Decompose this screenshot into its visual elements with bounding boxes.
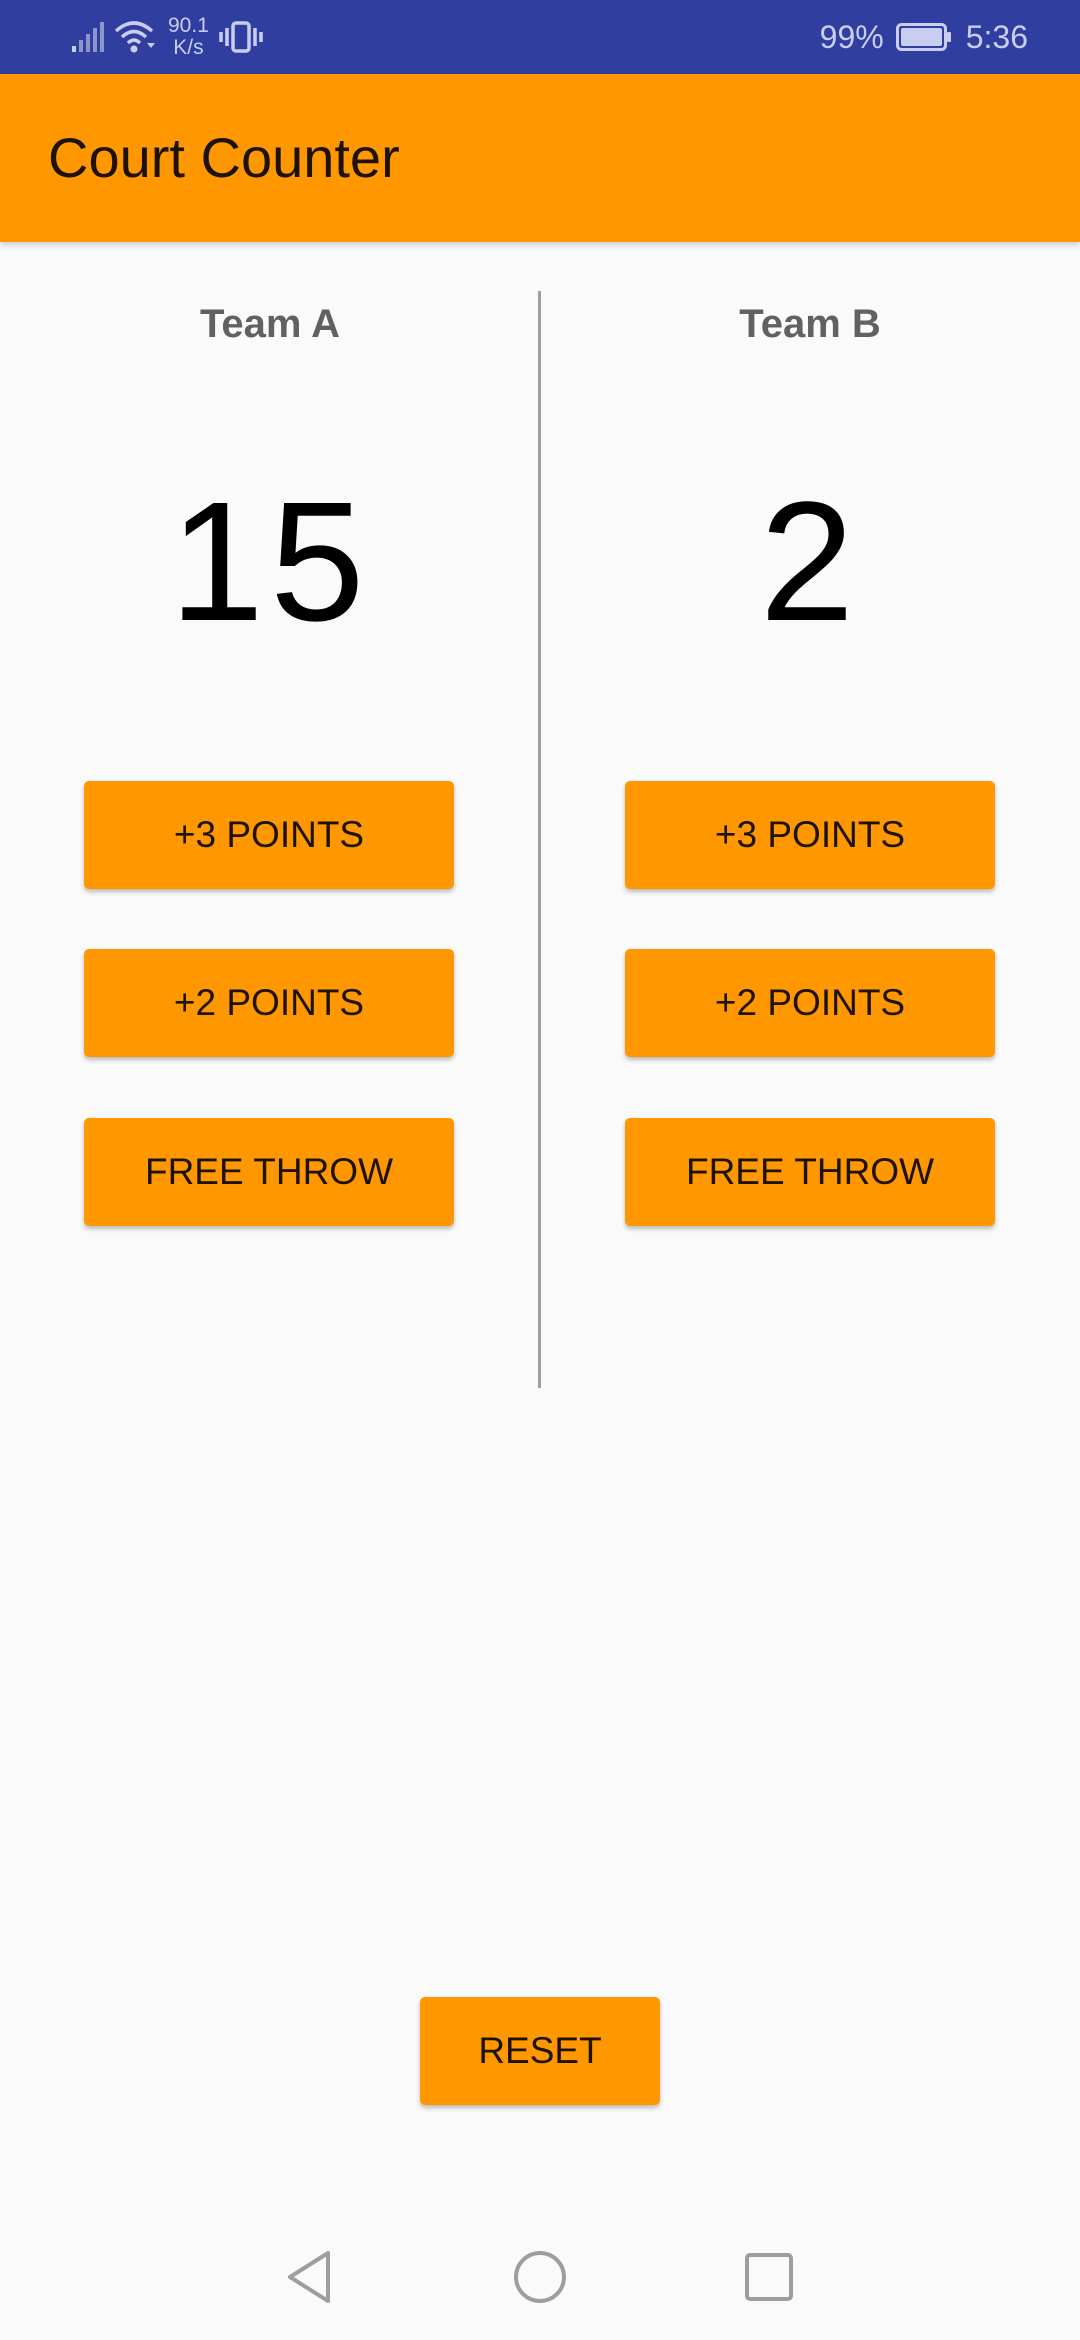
back-icon bbox=[288, 2251, 330, 2303]
net-speed-value: 90.1 bbox=[168, 14, 209, 37]
vibrate-icon bbox=[219, 21, 263, 53]
nav-home-button[interactable] bbox=[480, 2214, 600, 2340]
home-icon bbox=[514, 2251, 566, 2303]
nav-back-button[interactable] bbox=[249, 2214, 369, 2340]
team-b-score: 2 bbox=[759, 467, 861, 657]
net-speed: 90.1 K/s bbox=[168, 15, 209, 59]
battery-percent: 99% bbox=[819, 18, 884, 55]
recents-icon bbox=[745, 2253, 793, 2301]
team-a-score: 15 bbox=[169, 467, 371, 657]
team-b-plus-two-button[interactable]: +2 POINTS bbox=[625, 949, 995, 1057]
team-a-plus-three-button[interactable]: +3 POINTS bbox=[84, 781, 454, 889]
team-divider bbox=[538, 291, 541, 1388]
app-title: Court Counter bbox=[48, 126, 400, 189]
navigation-bar bbox=[0, 2214, 1080, 2340]
nav-recents-button[interactable] bbox=[709, 2214, 829, 2340]
status-right: 99% 5:36 bbox=[820, 12, 1028, 62]
team-a-free-throw-button[interactable]: FREE THROW bbox=[84, 1118, 454, 1226]
team-b-plus-three-button[interactable]: +3 POINTS bbox=[625, 781, 995, 889]
status-bar: 90.1 K/s 99% 5:36 bbox=[0, 0, 1080, 74]
team-a-plus-two-button[interactable]: +2 POINTS bbox=[84, 949, 454, 1057]
status-left: 90.1 K/s bbox=[70, 12, 263, 62]
team-b-free-throw-button[interactable]: FREE THROW bbox=[625, 1118, 995, 1226]
clock: 5:36 bbox=[965, 18, 1028, 55]
signal-icon bbox=[72, 22, 104, 52]
team-a-name: Team A bbox=[199, 302, 341, 346]
reset-button[interactable]: RESET bbox=[420, 1997, 660, 2105]
team-b-name: Team B bbox=[739, 302, 881, 346]
app-bar: Court Counter bbox=[0, 74, 1080, 242]
net-speed-unit: K/s bbox=[173, 36, 204, 59]
wifi-icon bbox=[114, 21, 155, 53]
battery-icon bbox=[895, 23, 951, 51]
